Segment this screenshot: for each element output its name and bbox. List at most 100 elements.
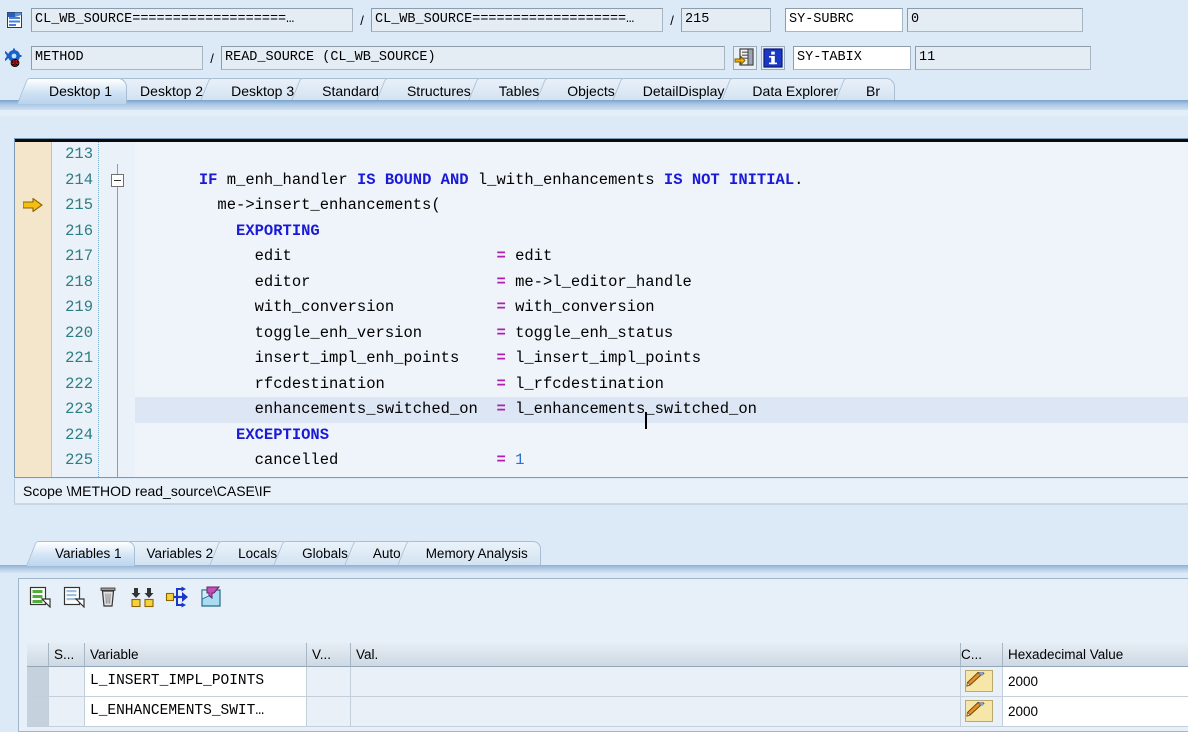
- cell-v[interactable]: [307, 667, 351, 697]
- vartab-label: Globals: [302, 546, 348, 561]
- current-statement-arrow-icon: [22, 197, 43, 213]
- variables-table: S... Variable V... Val. C... Hexadecimal Valu…: [27, 643, 1188, 727]
- tab-label: Structures: [406, 83, 471, 99]
- vartab-label: Locals: [238, 546, 278, 561]
- line-number: 214: [65, 170, 93, 189]
- table-row[interactable]: L_ENHANCEMENTS_SWIT… 2000: [27, 697, 1188, 727]
- column-header[interactable]: Val.: [351, 643, 961, 667]
- sy-subrc-label-field[interactable]: SY-SUBRC: [785, 8, 903, 32]
- cell-value[interactable]: [351, 697, 961, 727]
- line-number: 216: [65, 221, 93, 240]
- tab-desktop-1[interactable]: Desktop 1: [30, 78, 128, 104]
- variables-table-body: L_INSERT_IMPL_POINTS 2000 L_ENHANCEMENTS_S…: [27, 667, 1188, 727]
- vartab-variables-1[interactable]: Variables 1: [38, 541, 135, 566]
- cell-variable-name[interactable]: L_INSERT_IMPL_POINTS: [85, 667, 307, 697]
- row-select-cell[interactable]: [27, 667, 49, 697]
- program-separator-1: /: [360, 12, 364, 28]
- gear-bug-icon: [4, 48, 25, 68]
- cell-value[interactable]: [351, 667, 961, 697]
- pencil-edit-icon[interactable]: [965, 700, 993, 722]
- header-row-program: CL_WB_SOURCE===================… / CL_WB…: [0, 7, 1083, 33]
- cell-change-button[interactable]: [961, 667, 1003, 697]
- line-number: 225: [65, 451, 93, 469]
- code-text-area[interactable]: IF m_enh_handler IS BOUND AND l_with_enh…: [135, 142, 1188, 477]
- variables-tab-underline: [0, 565, 1188, 573]
- tab-label: Br: [866, 83, 881, 99]
- cell-variable-name[interactable]: L_ENHANCEMENTS_SWIT…: [85, 697, 307, 727]
- collapse-all-icon[interactable]: [131, 586, 154, 608]
- cell-hexadecimal-value[interactable]: 2000: [1003, 667, 1188, 697]
- code-line[interactable]: enhancements_switched_on = l_enhancement…: [135, 397, 1188, 423]
- vartab-label: Variables 2: [146, 546, 214, 561]
- code-line[interactable]: EXCEPTIONS: [135, 423, 1188, 449]
- tab-label: Desktop 3: [231, 83, 295, 99]
- sap-abap-debugger-window: CL_WB_SOURCE===================… / CL_WB…: [0, 0, 1188, 732]
- line-number: 215: [65, 196, 93, 214]
- goto-source-icon[interactable]: [733, 46, 757, 70]
- line-number: 217: [65, 247, 93, 265]
- column-header[interactable]: S...: [49, 643, 85, 667]
- copy-row-icon[interactable]: [63, 586, 85, 609]
- sy-tabix-label-field[interactable]: SY-TABIX: [793, 46, 911, 70]
- column-header[interactable]: Variable: [85, 643, 307, 667]
- code-line[interactable]: me->insert_enhancements(: [135, 193, 1188, 219]
- code-line[interactable]: insert_impl_enh_points = l_insert_impl_p…: [135, 346, 1188, 372]
- vartab-memory-analysis[interactable]: Memory Analysis: [408, 541, 541, 566]
- current-line-field[interactable]: 215: [681, 8, 771, 32]
- delete-row-icon[interactable]: [97, 586, 119, 608]
- event-separator: /: [210, 50, 214, 66]
- expand-node-icon[interactable]: [165, 586, 188, 608]
- code-line[interactable]: edit = edit: [135, 244, 1188, 270]
- pencil-edit-icon[interactable]: [965, 670, 993, 692]
- event-type-field[interactable]: METHOD: [31, 46, 203, 70]
- line-number: 223: [65, 400, 93, 418]
- code-line[interactable]: with_conversion = with_conversion: [135, 295, 1188, 321]
- tab-underline-bar: [0, 100, 1188, 110]
- code-line[interactable]: rfcdestination = l_rfcdestination: [135, 372, 1188, 398]
- code-folding-gutter[interactable]: [99, 142, 135, 477]
- collapse-block-icon[interactable]: [111, 174, 124, 187]
- column-header[interactable]: C...: [961, 643, 1003, 667]
- column-header[interactable]: V...: [307, 643, 351, 667]
- main-program-field[interactable]: CL_WB_SOURCE===================…: [31, 8, 353, 32]
- code-line[interactable]: toggle_enh_version = toggle_enh_status: [135, 321, 1188, 347]
- text-cursor: [645, 412, 647, 429]
- line-number: 221: [65, 349, 93, 367]
- debugger-header: CL_WB_SOURCE===================… / CL_WB…: [0, 0, 1188, 76]
- line-number: 219: [65, 298, 93, 316]
- breakpoint-gutter[interactable]: [15, 142, 52, 477]
- code-line[interactable]: cancelled = 1: [135, 448, 1188, 474]
- code-line[interactable]: editor = me->l_editor_handle: [135, 270, 1188, 296]
- fold-vertical-line: [117, 164, 118, 477]
- sy-tabix-value-field[interactable]: 11: [915, 46, 1091, 70]
- row-select-cell[interactable]: [27, 697, 49, 727]
- code-line[interactable]: [135, 142, 1188, 168]
- variables-panel: S... Variable V... Val. C... Hexadecimal Valu…: [18, 578, 1188, 732]
- scope-separator: [14, 503, 1188, 505]
- tab-label: Desktop 2: [140, 83, 204, 99]
- code-line[interactable]: EXPORTING: [135, 219, 1188, 245]
- vartab-label: Variables 1: [55, 546, 122, 561]
- line-number: 224: [65, 425, 93, 444]
- column-header[interactable]: [27, 643, 49, 667]
- cell-status[interactable]: [49, 697, 85, 727]
- table-row[interactable]: L_INSERT_IMPL_POINTS 2000: [27, 667, 1188, 697]
- event-name-field[interactable]: READ_SOURCE (CL_WB_SOURCE): [221, 46, 725, 70]
- vartab-label: Auto: [372, 546, 401, 561]
- program-document-icon: [5, 10, 25, 30]
- line-number: 213: [65, 145, 93, 163]
- cell-v[interactable]: [307, 697, 351, 727]
- sy-subrc-value-field[interactable]: 0: [907, 8, 1083, 32]
- filter-icon[interactable]: [199, 586, 221, 608]
- column-header[interactable]: Hexadecimal Value: [1003, 643, 1188, 667]
- variables-table-header: S... Variable V... Val. C... Hexadecimal Valu…: [27, 643, 1188, 667]
- cell-change-button[interactable]: [961, 697, 1003, 727]
- include-program-field[interactable]: CL_WB_SOURCE===================…: [371, 8, 663, 32]
- info-icon[interactable]: [761, 46, 785, 70]
- insert-row-icon[interactable]: [29, 586, 51, 609]
- tab-label: Data Explorer: [752, 83, 839, 99]
- tab-label: Desktop 1: [49, 83, 113, 99]
- cell-status[interactable]: [49, 667, 85, 697]
- code-line[interactable]: IF m_enh_handler IS BOUND AND l_with_enh…: [135, 168, 1188, 194]
- cell-hexadecimal-value[interactable]: 2000: [1003, 697, 1188, 727]
